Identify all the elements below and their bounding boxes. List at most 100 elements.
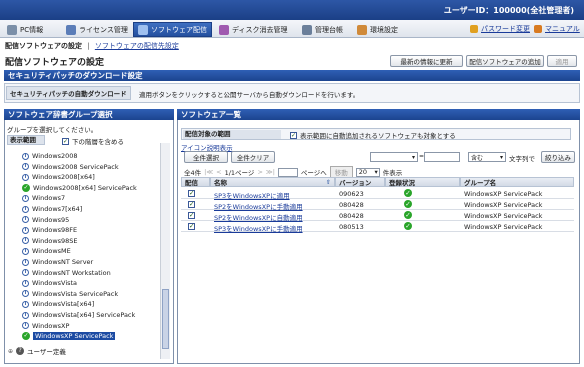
col-header-status: 登録状況 (385, 177, 460, 187)
tree-node[interactable]: ✓ WindowsXP ServicePack (22, 331, 116, 341)
chevron-down-icon: ▾ (374, 168, 378, 176)
tree-node[interactable]: i Windows98FE (22, 225, 77, 235)
software-group: WindowsXP ServicePack (464, 223, 543, 231)
tree-node[interactable]: i WindowsXP (22, 321, 69, 331)
filter-op-value: 含む (471, 154, 484, 162)
software-icon (138, 24, 148, 35)
license-icon (66, 24, 76, 35)
info-icon: i (22, 237, 29, 245)
top-bar: ユーザーID：100000(全社管理者) (0, 0, 584, 20)
tree-scrollbar[interactable] (160, 143, 170, 359)
chevron-down-icon: ▾ (411, 153, 415, 161)
user-defined-node[interactable]: ⊕ ? ユーザー定義 (8, 346, 66, 356)
breadcrumb-link[interactable]: ソフトウェアの配信先設定 (95, 42, 179, 50)
deliver-checkbox[interactable]: ✓ (188, 190, 195, 197)
tree-node-label: WindowsVista[x64] (32, 300, 95, 309)
tab-settings[interactable]: 環境設定 (353, 22, 402, 37)
page-suffix: ページへ (300, 169, 327, 177)
registered-check-icon: ✓ (404, 189, 412, 197)
info-icon: i (22, 258, 29, 266)
deliver-checkbox[interactable]: ✓ (188, 223, 195, 230)
select-all-button[interactable]: 全件選択 (184, 151, 228, 163)
tree-node-label: Windows95 (32, 215, 70, 224)
breadcrumb: 配信ソフトウェアの設定 | ソフトウェアの配信先設定 (5, 41, 179, 51)
software-version: 080428 (339, 212, 364, 220)
tree-node[interactable]: i Windows98SE (22, 236, 78, 246)
per-page-select[interactable]: 20 ▾ (355, 167, 380, 177)
pc-icon (7, 24, 17, 35)
tree-node-label: Windows7 (32, 194, 66, 203)
software-group: WindowsXP ServicePack (464, 201, 543, 209)
software-group: WindowsXP ServicePack (464, 212, 543, 220)
last-page-icon[interactable]: ≫| (266, 168, 275, 176)
col-header-name[interactable]: 名称 ⇧ (210, 177, 335, 187)
col-name-label: 名称 (214, 179, 227, 187)
col-header-version: バージョン (335, 177, 385, 187)
deliver-checkbox[interactable]: ✓ (188, 212, 195, 219)
tree-node[interactable]: i WindowsVista (22, 278, 77, 288)
deliver-checkbox[interactable]: ✓ (188, 201, 195, 208)
software-list-title: ソフトウェア一覧 (177, 109, 580, 120)
filter-button[interactable]: 絞り込み (541, 151, 575, 163)
tree-node[interactable]: i Windows2008 ServicePack (22, 162, 119, 172)
tree-node[interactable]: i Windows95 (22, 215, 69, 225)
tree-node[interactable]: i Windows7 (22, 193, 65, 203)
refresh-button[interactable]: 最新の情報に更新 (390, 55, 463, 67)
tree-node[interactable]: i WindowsVista[x64] (22, 299, 94, 309)
password-change-link[interactable]: パスワード変更 (470, 24, 530, 34)
expand-icon[interactable]: ⊕ (8, 348, 13, 355)
tree-node[interactable]: i WindowsVista ServicePack (22, 289, 118, 299)
include-sub-label: 下の階層を含める (72, 138, 124, 146)
scope-check-label: 表示範囲に自動追加されるソフトウェアも対象とする (300, 132, 456, 140)
include-sub-checkbox[interactable]: ✓ 下の階層を含める (62, 136, 124, 146)
info-icon: i (22, 247, 29, 255)
clear-all-button[interactable]: 全件クリア (231, 151, 275, 163)
scope-checkbox[interactable]: ✓ 表示範囲に自動追加されるソフトウェアも対象とする (290, 130, 456, 140)
user-id: ユーザーID：100000(全社管理者) (443, 6, 574, 15)
info-icon: i (22, 300, 29, 308)
tree-node[interactable]: i Windows7[x64] (22, 204, 82, 214)
tree-node-label: Windows98FE (32, 226, 78, 235)
prev-page-icon[interactable]: < (216, 168, 221, 176)
tab-label: ディスク消去管理 (232, 25, 288, 34)
download-description: 適用ボタンをクリックすると公開サーバから自動ダウンロードを行います。 (139, 91, 360, 99)
first-page-icon[interactable]: |≪ (204, 168, 213, 176)
tree-node[interactable]: ✓ Windows2008[x64] ServicePack (22, 183, 137, 193)
filter-text-input[interactable] (424, 152, 460, 162)
column-select[interactable]: ▾ (370, 152, 418, 162)
tree-node[interactable]: i WindowsNT Workstation (22, 268, 111, 278)
scope-label: 配信対象の範囲 (183, 130, 281, 139)
tab-license[interactable]: ライセンス管理 (62, 22, 132, 37)
tab-pc-info[interactable]: PC情報 (3, 22, 47, 37)
per-page-value: 20 (358, 168, 368, 176)
tree-node[interactable]: i Windows2008 (22, 151, 78, 161)
tree-node-label: WindowsVista (32, 279, 78, 288)
page-number-input[interactable] (277, 167, 298, 177)
tree-node-label: Windows2008[x64] ServicePack (33, 183, 137, 192)
scroll-thumb[interactable] (162, 289, 169, 349)
filter-op-select[interactable]: 含む ▾ (468, 152, 506, 162)
next-page-icon[interactable]: > (257, 168, 262, 176)
tree-node[interactable]: i WindowsNT Server (22, 257, 93, 267)
tab-label: 管理台帳 (315, 25, 343, 34)
manual-link[interactable]: マニュアル (534, 24, 580, 34)
tab-software-delivery[interactable]: ソフトウェア配信 (133, 22, 212, 37)
tree-node[interactable]: i WindowsVista[x64] ServicePack (22, 310, 135, 320)
tree-node[interactable]: i WindowsME (22, 246, 71, 256)
tree-node-label: WindowsVista ServicePack (32, 289, 119, 298)
user-defined-label: ユーザー定義 (27, 348, 66, 356)
registered-check-icon: ✓ (404, 200, 412, 208)
info-icon: i (22, 279, 29, 287)
info-icon: i (22, 173, 29, 181)
tab-ledger[interactable]: 管理台帳 (298, 22, 347, 37)
tree-node-label: WindowsNT Server (32, 258, 94, 266)
tree-node[interactable]: i Windows2008[x64] (22, 172, 95, 182)
software-name-link[interactable]: SP3をWindowsXPに手動適用 (214, 223, 303, 233)
apply-button[interactable]: 適用 (547, 55, 577, 67)
add-software-button[interactable]: 配信ソフトウェアの追加 (466, 55, 544, 67)
check-icon: ✓ (22, 183, 30, 192)
disk-icon (219, 24, 229, 35)
tab-disk-erase[interactable]: ディスク消去管理 (215, 22, 292, 37)
sort-asc-icon[interactable]: ⇧ (326, 179, 331, 186)
tree-node-label: Windows2008[x64] (32, 173, 95, 182)
